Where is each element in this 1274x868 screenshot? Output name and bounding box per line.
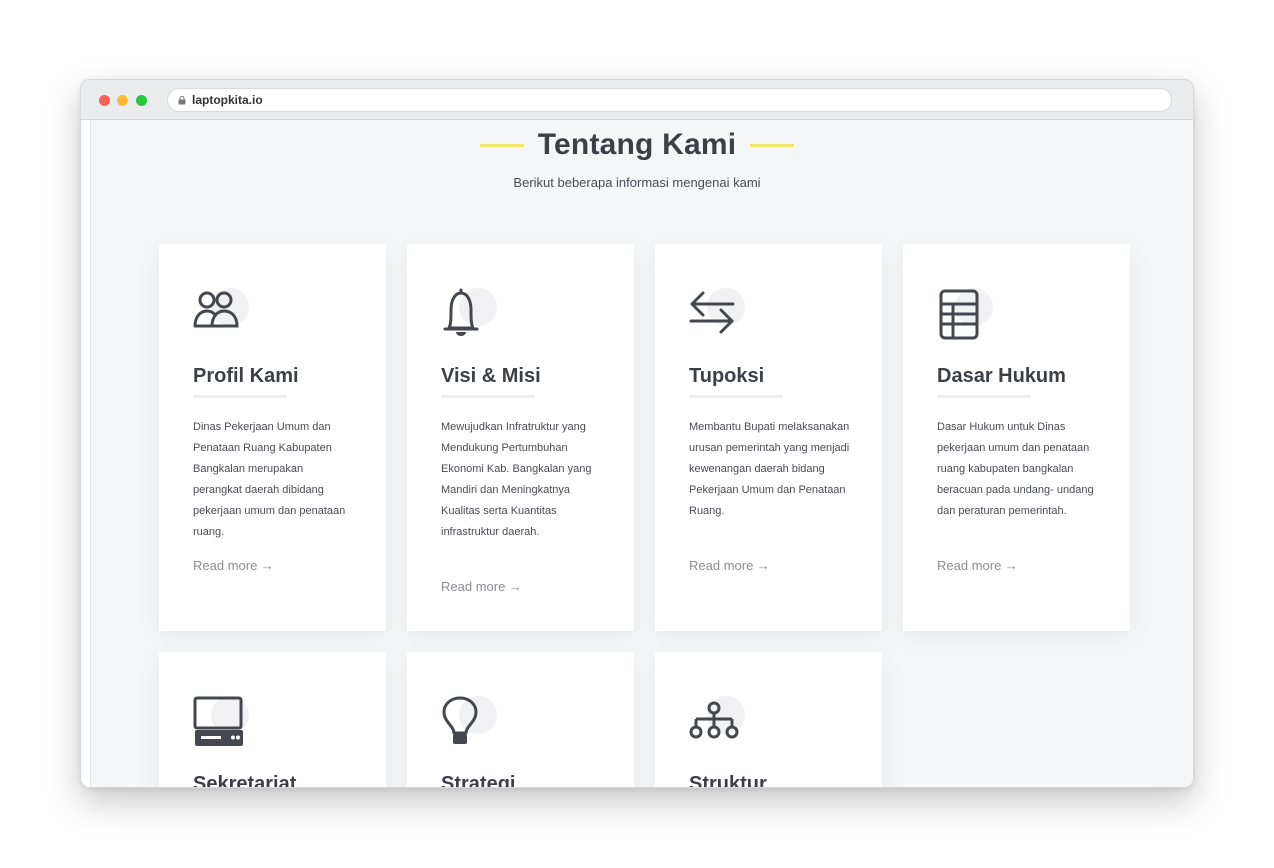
card-description: Dasar Hukum untuk Dinas pekerjaan umum d… [937,421,1094,517]
browser-window: laptopkita.io Tentang Kami Berikut beber… [80,79,1194,788]
read-more-link[interactable]: Read more → [689,558,770,573]
section-subtitle: Berikut beberapa informasi mengenai kami [513,175,761,190]
card-description: Dinas Pekerjaan Umum dan Penataan Ruang … [193,421,346,538]
card-sekretariat[interactable]: Sekretariat [159,652,386,788]
card-title: Dasar Hukum [937,365,1066,387]
url-text: laptopkita.io [192,93,263,107]
card-profil-kami[interactable]: Profil Kami Dinas Pekerjaan Umum dan Pen… [159,244,386,631]
card-divider [441,395,535,398]
page-left-edge [81,120,91,787]
card-title: Struktur [689,773,767,788]
bell-icon [443,288,479,336]
card-description: Mewujudkan Infratruktur yang Mendukung P… [441,421,592,538]
section-header: Tentang Kami [81,128,1193,162]
card-divider [193,395,287,398]
card-divider [689,395,783,398]
card-description: Membantu Bupati melaksanakan urusan peme… [689,421,850,517]
read-more-link[interactable]: Read more → [441,579,522,594]
address-bar[interactable]: laptopkita.io [167,88,1172,112]
read-more-link[interactable]: Read more → [193,558,274,573]
card-title: Sekretariat [193,773,297,788]
lightbulb-icon [442,696,478,744]
computer-icon [193,696,243,746]
arrows-exchange-icon [689,291,735,334]
section-title: Tentang Kami [537,128,737,161]
read-more-link[interactable]: Read more → [937,558,1018,573]
card-struktur[interactable]: Struktur [655,652,882,788]
page-viewport: Tentang Kami Berikut beberapa informasi … [81,120,1193,788]
title-decoration-right [750,143,795,147]
lock-icon [178,95,186,104]
card-title: Tupoksi [689,365,765,387]
title-decoration-left [479,143,524,147]
org-structure-icon [689,701,739,739]
card-tupoksi[interactable]: Tupoksi Membantu Bupati melaksanakan uru… [655,244,882,631]
card-visi-misi[interactable]: Visi & Misi Mewujudkan Infratruktur yang… [407,244,634,631]
maximize-window-button[interactable] [136,95,147,106]
browser-titlebar: laptopkita.io [81,80,1193,120]
card-dasar-hukum[interactable]: Dasar Hukum Dasar Hukum untuk Dinas peke… [903,244,1130,631]
minimize-window-button[interactable] [117,95,128,106]
close-window-button[interactable] [99,95,110,106]
card-strategi[interactable]: Strategi [407,652,634,788]
people-icon [193,291,239,328]
card-divider [937,395,1031,398]
card-title: Profil Kami [193,365,299,387]
ledger-icon [939,289,979,340]
card-title: Strategi [441,773,516,788]
card-title: Visi & Misi [441,365,541,387]
